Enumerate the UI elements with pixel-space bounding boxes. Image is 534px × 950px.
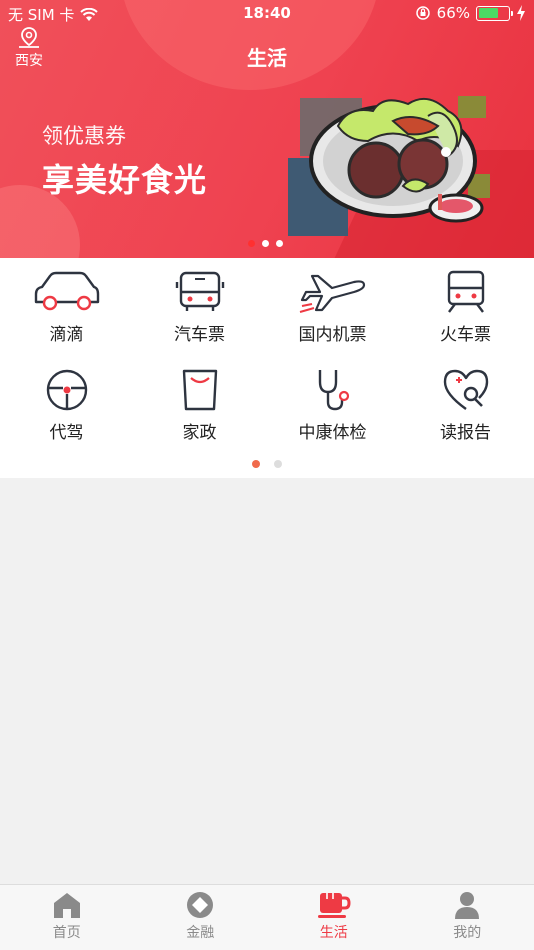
plane-icon — [299, 274, 365, 313]
train-icon — [447, 270, 484, 313]
service-label: 滴滴 — [49, 325, 84, 345]
service-didi[interactable]: 滴滴 — [0, 270, 133, 368]
service-train-ticket[interactable]: 火车票 — [399, 270, 532, 368]
service-label: 家政 — [182, 423, 217, 443]
status-right: 66% — [415, 4, 526, 22]
page-title: 生活 — [247, 46, 287, 70]
tab-home[interactable]: 首页 — [0, 885, 134, 950]
rotation-lock-icon — [415, 6, 430, 20]
stethoscope-icon — [318, 370, 349, 411]
service-label: 代驾 — [49, 423, 84, 443]
bottom-tab-bar: 首页 金融 生活 我的 — [0, 884, 534, 950]
pagination-dot[interactable] — [274, 460, 282, 468]
pagination-dot[interactable] — [276, 240, 283, 247]
service-bus-ticket[interactable]: 汽车票 — [133, 270, 266, 368]
car-icon — [34, 271, 99, 311]
heart-search-icon — [443, 369, 488, 410]
finance-icon — [187, 892, 214, 918]
status-bar: 无 SIM 卡 18:40 66% — [0, 0, 534, 28]
tab-life[interactable]: 生活 — [267, 885, 401, 950]
coffee-icon — [317, 893, 351, 918]
tab-label: 金融 — [186, 925, 215, 941]
tab-finance[interactable]: 金融 — [134, 885, 268, 950]
hero-header: 无 SIM 卡 18:40 66% 西安 生活 领优惠券 享美好食光 — [0, 0, 534, 258]
services-pagination[interactable] — [252, 460, 282, 468]
service-label: 中康体检 — [298, 423, 367, 443]
service-health-checkup[interactable]: 中康体检 — [266, 368, 399, 466]
home-icon — [53, 893, 80, 918]
banner-subtitle[interactable]: 领优惠券 — [42, 120, 126, 150]
charging-bolt-icon — [517, 5, 525, 21]
service-domestic-flight[interactable]: 国内机票 — [266, 270, 399, 368]
tab-label: 生活 — [319, 925, 348, 941]
pagination-dot[interactable] — [252, 460, 260, 468]
banner-pagination[interactable] — [248, 240, 283, 247]
pagination-dot[interactable] — [262, 240, 269, 247]
tab-mine[interactable]: 我的 — [401, 885, 534, 950]
banner-headline[interactable]: 享美好食光 — [42, 155, 207, 201]
pagination-dot[interactable] — [248, 240, 255, 247]
tab-label: 首页 — [52, 925, 81, 941]
service-housekeeping[interactable]: 家政 — [133, 368, 266, 466]
food-plate-illustration[interactable] — [288, 86, 498, 236]
cup-icon — [182, 369, 217, 411]
services-grid: 滴滴 汽车票 国内机票 火车票 代驾 家政 中康体检 读报告 — [0, 258, 534, 478]
battery-fill — [478, 8, 498, 18]
service-designated-driver[interactable]: 代驾 — [0, 368, 133, 466]
service-label: 国内机票 — [298, 325, 367, 345]
bus-icon — [175, 271, 224, 311]
service-label: 火车票 — [440, 325, 491, 345]
battery-percent: 66% — [436, 4, 470, 22]
user-icon — [455, 892, 480, 919]
service-read-report[interactable]: 读报告 — [399, 368, 532, 466]
steering-wheel-icon — [46, 369, 87, 411]
tab-label: 我的 — [453, 925, 482, 941]
battery-icon — [476, 5, 513, 21]
service-label: 读报告 — [440, 423, 491, 443]
service-label: 汽车票 — [174, 325, 225, 345]
